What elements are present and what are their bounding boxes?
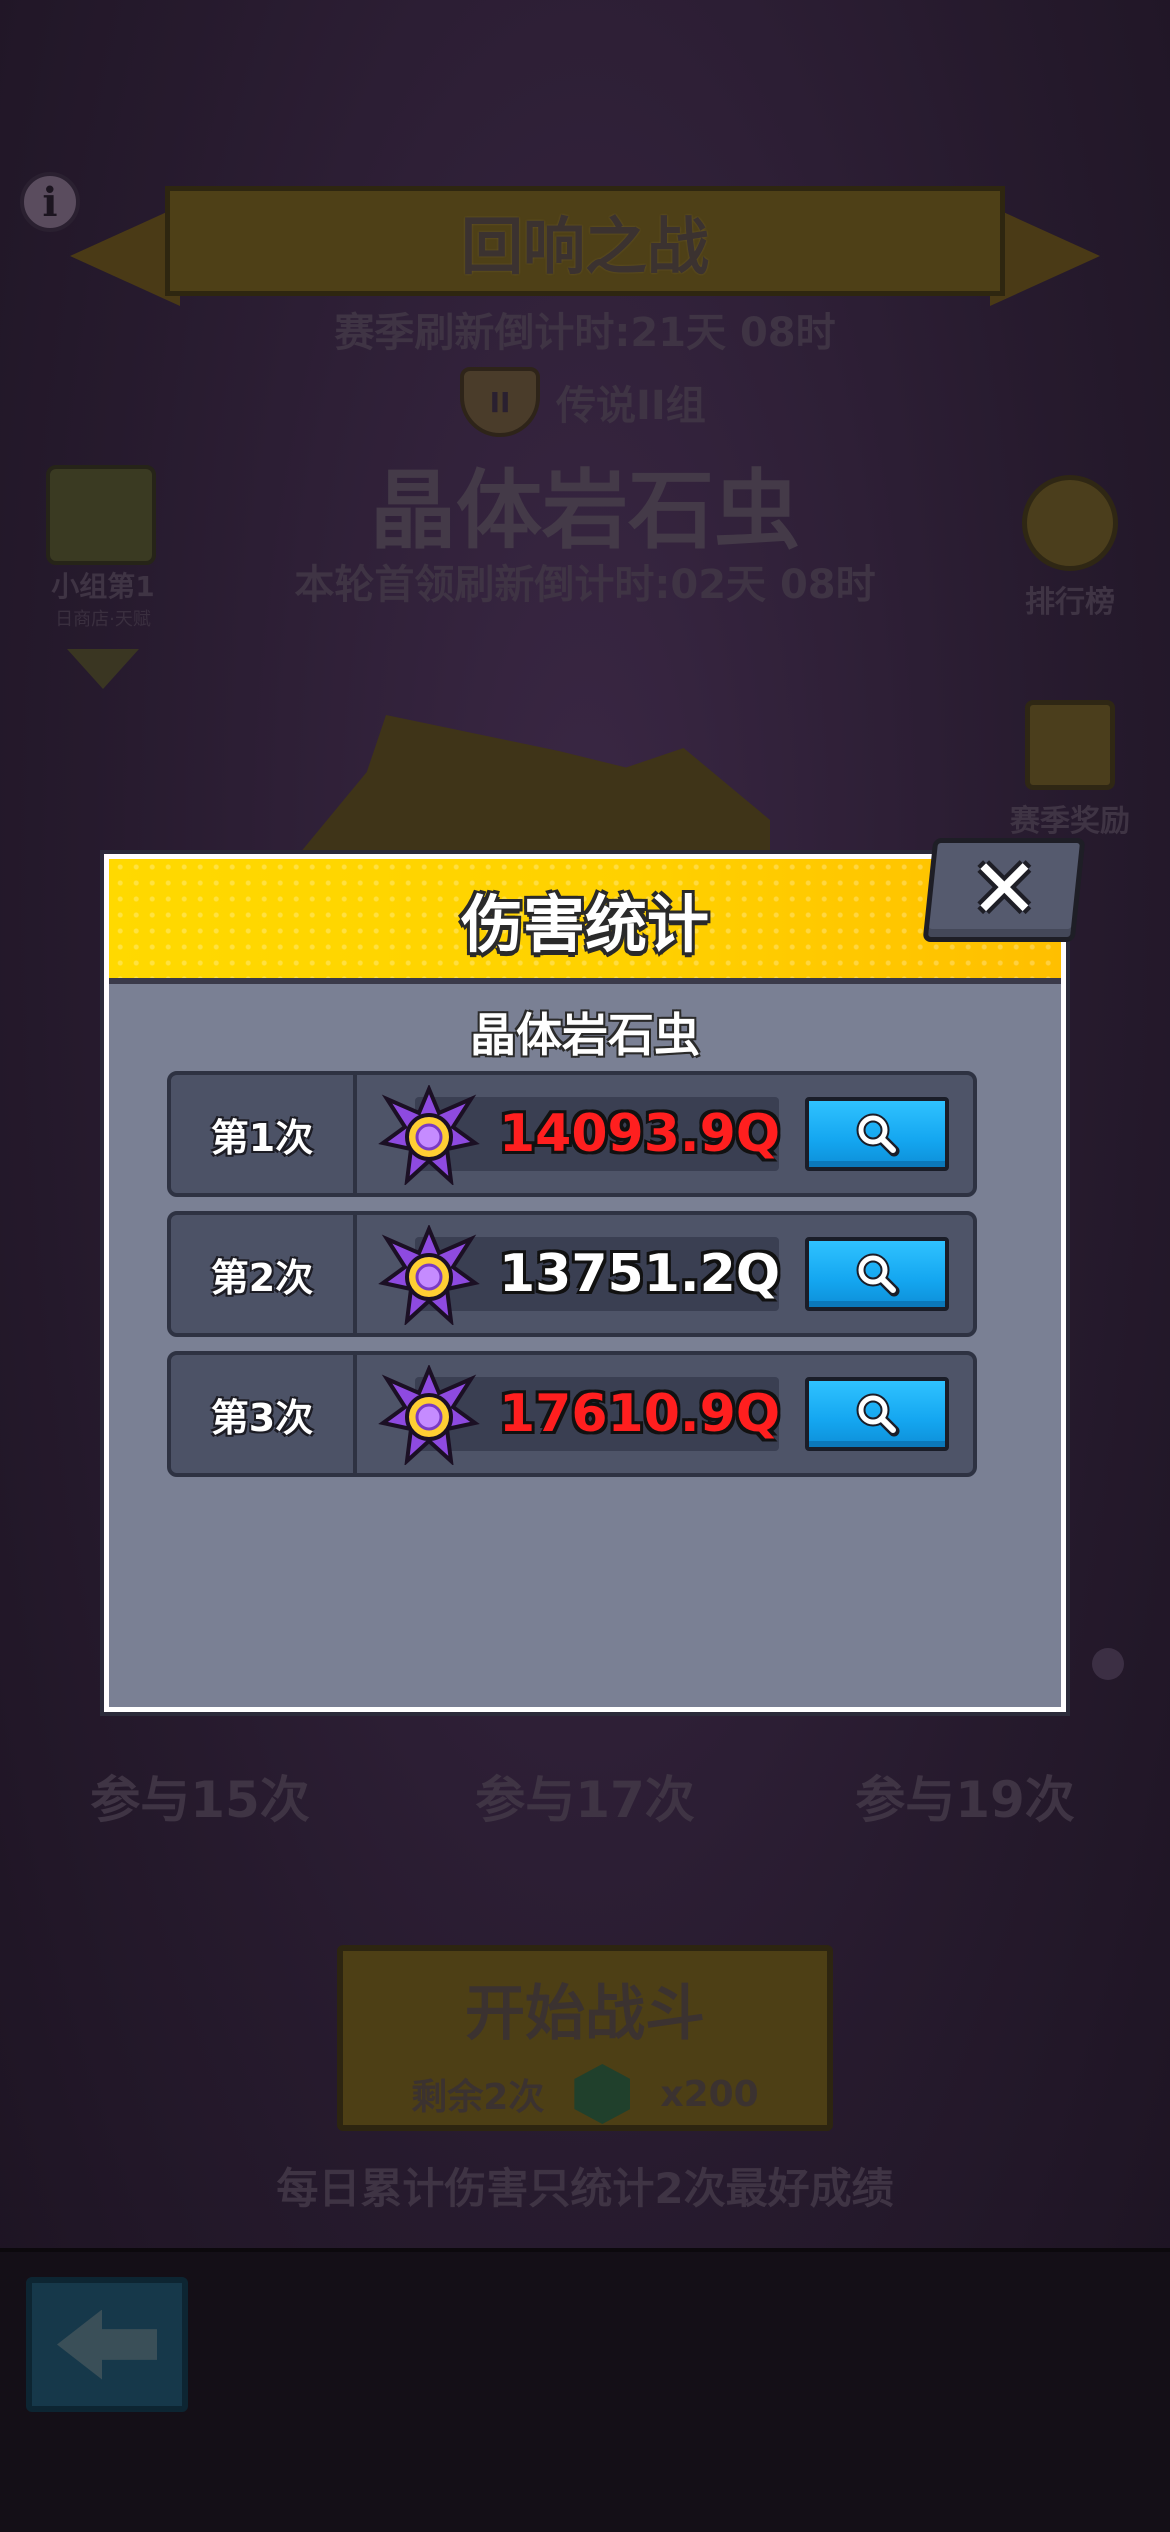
trophy-icon <box>1022 475 1118 571</box>
avatar <box>46 465 156 565</box>
start-battle-info: 剩余2次 x200 <box>343 2064 827 2124</box>
group-badge-icon: II <box>460 367 540 437</box>
view-detail-button[interactable] <box>805 1377 949 1451</box>
dialog-title: 伤害统计 <box>460 887 709 961</box>
back-button[interactable] <box>26 2277 188 2412</box>
close-button[interactable]: ✕ <box>922 838 1086 942</box>
boss-title: 晶体岩石虫 <box>370 461 800 561</box>
damage-emblem-icon <box>378 1365 480 1465</box>
damage-value: 13751.2Q <box>499 1244 781 1304</box>
damage-value: 14093.9Q <box>499 1104 781 1164</box>
event-title: 回响之战 <box>165 186 1005 296</box>
season-timer: 赛季刷新倒计时:21天 08时 <box>334 310 836 356</box>
dialog-boss-name: 晶体岩石虫 <box>470 1008 700 1062</box>
damage-emblem-icon <box>378 1225 480 1325</box>
gift-icon <box>1025 700 1115 790</box>
damage-value: 17610.9Q <box>499 1384 781 1444</box>
chevron-down-icon[interactable] <box>67 649 139 689</box>
group-rank-sub: 日商店·天赋 <box>55 609 151 630</box>
close-icon: ✕ <box>969 842 1039 937</box>
remaining-attempts: 剩余2次 <box>411 2077 545 2118</box>
milestone-15: 参与15次 <box>90 1771 310 1829</box>
back-arrow-icon <box>57 2309 157 2380</box>
group-info: II 传说II组 <box>460 367 706 437</box>
leaderboard-button[interactable]: 排行榜 <box>1010 475 1130 621</box>
damage-row: 第2次 13751.2Q <box>167 1211 977 1337</box>
dialog-header: 伤害统计 <box>109 859 1061 984</box>
title-banner: 回响之战 <box>70 186 1100 306</box>
leader-timer: 本轮首领刷新倒计时:02天 08时 <box>294 562 876 608</box>
search-icon <box>856 1113 900 1157</box>
start-battle-label: 开始战斗 <box>465 1979 705 2049</box>
milestone-19: 参与19次 <box>855 1771 1075 1829</box>
start-battle-button[interactable]: 开始战斗 剩余2次 x200 <box>337 1945 833 2131</box>
attempt-label: 第1次 <box>171 1075 357 1193</box>
damage-emblem-icon <box>378 1085 480 1185</box>
banner-left-arrow <box>70 206 180 306</box>
damage-row: 第1次 14093.9Q <box>167 1071 977 1197</box>
attempt-label: 第3次 <box>171 1355 357 1473</box>
attempt-label: 第2次 <box>171 1215 357 1333</box>
boss-sprite <box>290 715 770 865</box>
leaderboard-label: 排行榜 <box>1025 585 1115 620</box>
search-icon <box>856 1253 900 1297</box>
banner-right-arrow <box>990 206 1100 306</box>
indicator-dot <box>1092 1648 1124 1680</box>
battle-cost: x200 <box>660 2073 759 2115</box>
group-name: 传说II组 <box>556 383 706 429</box>
search-icon <box>856 1393 900 1437</box>
damage-row: 第3次 17610.9Q <box>167 1351 977 1477</box>
group-rank-label: 小组第1 <box>51 570 155 603</box>
season-reward-button[interactable]: 赛季奖励 <box>1010 700 1130 840</box>
damage-stats-dialog: 伤害统计 晶体岩石虫 第1次 14093.9Q 第2次 13751.2Q 第3次… <box>104 854 1066 1712</box>
group-rank-panel[interactable]: 小组第1 日商店·天赋 <box>38 465 168 689</box>
view-detail-button[interactable] <box>805 1237 949 1311</box>
view-detail-button[interactable] <box>805 1097 949 1171</box>
season-reward-label: 赛季奖励 <box>1010 804 1130 839</box>
gem-icon <box>574 2064 631 2124</box>
daily-note: 每日累计伤害只统计2次最好成绩 <box>276 2164 894 2213</box>
milestone-17: 参与17次 <box>475 1771 695 1829</box>
